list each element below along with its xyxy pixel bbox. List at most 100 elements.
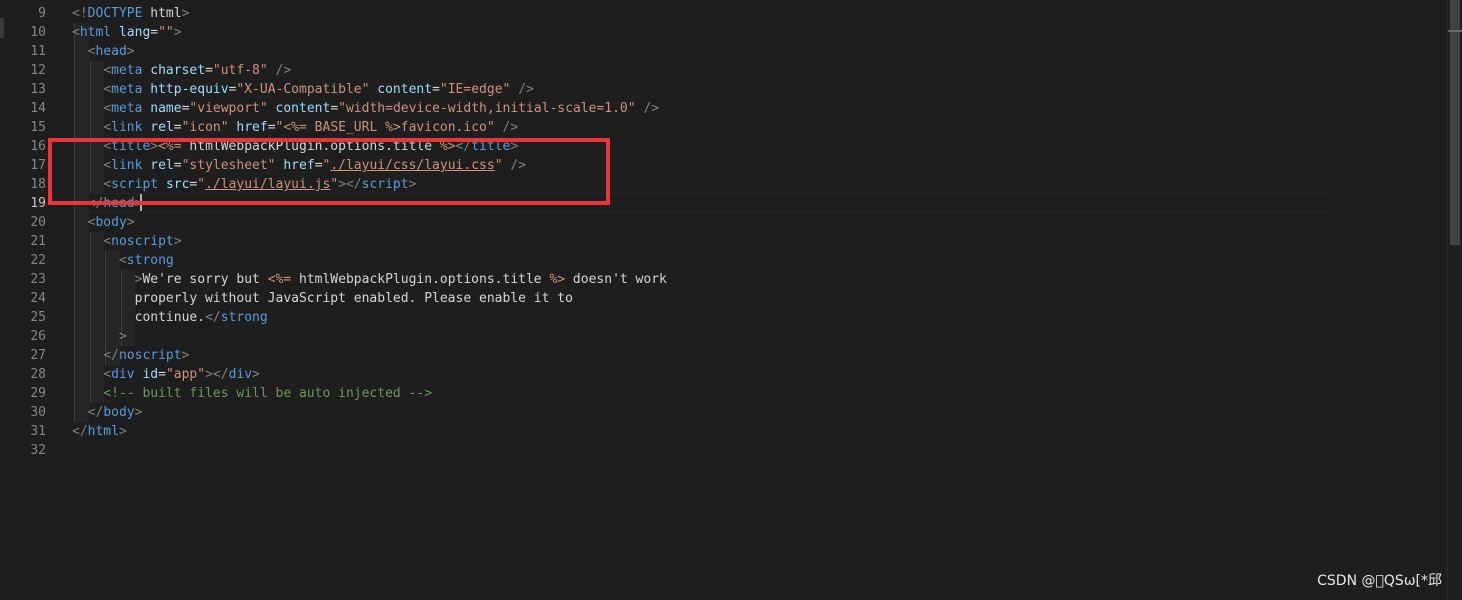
comment-text: <!-- built files will be auto injected -…: [103, 386, 433, 401]
code-line[interactable]: <div id="app"></div>: [72, 365, 260, 384]
punctuation: >: [126, 215, 135, 230]
tag-name: div: [111, 367, 135, 382]
tag-name: strong: [126, 253, 174, 268]
code-line[interactable]: <body>: [72, 213, 135, 232]
code-line[interactable]: >: [72, 327, 127, 346]
punctuation: </: [87, 405, 104, 420]
punctuation: <: [103, 234, 112, 249]
string-value: "X-UA-Compatible": [236, 82, 370, 97]
line-number: 21: [30, 234, 46, 249]
code-text: html: [142, 6, 182, 21]
punctuation: <: [118, 253, 127, 268]
code-line[interactable]: <link rel="icon" href="<%= BASE_URL %>fa…: [72, 118, 518, 137]
punctuation: <: [72, 25, 80, 40]
line-number: 29: [30, 386, 46, 401]
code-line[interactable]: <strong: [72, 251, 174, 270]
punctuation: <: [103, 82, 112, 97]
punctuation: </: [72, 424, 88, 439]
string-value: <%=: [267, 272, 292, 287]
punctuation: <: [103, 63, 112, 78]
string-value: "icon": [181, 120, 229, 135]
string-value: "width=device-width,initial-scale=1.0": [338, 101, 636, 116]
code-line[interactable]: <head>: [72, 42, 135, 61]
code-text: =: [150, 25, 159, 40]
punctuation: />: [518, 82, 534, 97]
punctuation: <: [103, 101, 112, 116]
punctuation: >: [134, 405, 143, 420]
code-text: =: [173, 120, 182, 135]
code-line[interactable]: <meta name="viewport" content="width=dev…: [72, 99, 659, 118]
punctuation: />: [275, 63, 292, 78]
code-text: continue.: [72, 310, 206, 325]
line-number: 23: [30, 272, 46, 287]
tag-name: noscript: [118, 348, 182, 363]
code-line[interactable]: continue.</strong: [72, 308, 268, 327]
code-line[interactable]: <meta charset="utf-8" />: [72, 61, 291, 80]
tag-name: div: [228, 367, 253, 382]
line-number: 26: [30, 329, 46, 344]
punctuation: >: [118, 424, 127, 439]
punctuation: >: [126, 44, 135, 59]
code-line[interactable]: <html lang="">: [72, 23, 182, 42]
attribute-name: content: [275, 101, 331, 116]
punctuation: />: [643, 101, 660, 116]
tag-name: head: [95, 44, 127, 59]
punctuation: </: [205, 310, 221, 325]
watermark-text: CSDN @ QSω[*邱: [1317, 573, 1442, 589]
vertical-scrollbar[interactable]: [1447, 0, 1462, 600]
code-line[interactable]: properly without JavaScript enabled. Ple…: [72, 289, 573, 308]
line-number: 15: [30, 120, 46, 135]
code-line[interactable]: <!-- built files will be auto injected -…: [72, 384, 432, 403]
punctuation: >: [181, 348, 190, 363]
string-value: "app": [165, 367, 206, 382]
line-number: 24: [30, 291, 46, 306]
punctuation: >: [173, 234, 182, 249]
punctuation: <!: [72, 6, 88, 21]
attribute-name: id: [142, 367, 159, 382]
line-number: 11: [30, 44, 46, 59]
code-line[interactable]: </body>: [72, 403, 143, 422]
tag-name: body: [95, 215, 127, 230]
code-line[interactable]: </html>: [72, 422, 127, 441]
tag-name: meta: [111, 63, 143, 78]
code-line[interactable]: <meta http-equiv = "X-UA-Compatible" conte…: [72, 80, 534, 99]
code-line[interactable]: >We're sorry but <%= htmlWebpackPlugin.o…: [72, 270, 667, 289]
attribute-name: lang: [118, 25, 151, 40]
scrollbar-thumb[interactable]: [1450, 0, 1460, 245]
line-number: 22: [30, 253, 46, 268]
string-value: "<%= BASE_URL %>favicon.ico": [275, 120, 495, 135]
tag-name: html: [79, 25, 112, 40]
tag-name: noscript: [111, 234, 174, 249]
line-number: 19: [30, 196, 46, 211]
code-editor[interactable]: 9 10 11 12 13 14 15 16 17 18 19 20 21 22 23 24 25 26 27 28 2…: [0, 0, 1448, 600]
attribute-name: content: [377, 82, 433, 97]
code-line[interactable]: <noscript>: [72, 232, 182, 251]
code-text: properly without JavaScript enabled. Ple…: [72, 291, 573, 306]
tag-name: link: [111, 120, 143, 135]
line-number: 14: [30, 101, 46, 116]
attribute-name: http-equiv: [150, 82, 229, 97]
line-number: 25: [30, 310, 46, 325]
code-line[interactable]: </noscript>: [72, 346, 189, 365]
line-number: 18: [30, 177, 46, 192]
scrollbar-cursor-marker: [1448, 30, 1462, 32]
string-value: %>: [549, 272, 566, 287]
line-number: 31: [30, 424, 46, 439]
line-number: 13: [30, 82, 46, 97]
attribute-name: href: [236, 120, 268, 135]
code-line[interactable]: <!DOCTYPE html>: [72, 4, 189, 23]
line-number: 28: [30, 367, 46, 382]
